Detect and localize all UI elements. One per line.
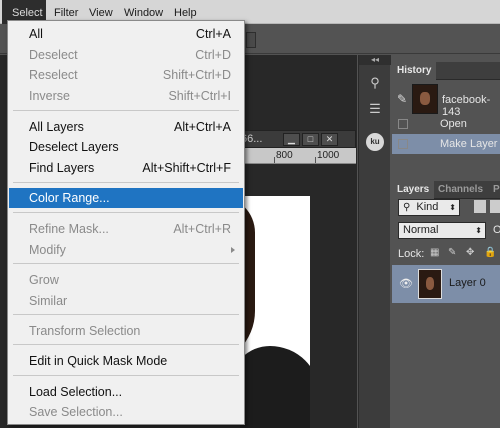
history-brush-icon: ✎ [397, 92, 408, 106]
ruler-label: 800 [276, 150, 293, 161]
menu-item-save-selection[interactable]: Save Selection... [9, 402, 243, 422]
menu-separator [13, 110, 239, 111]
blend-mode-select[interactable]: Normal ⬍ [398, 222, 486, 239]
history-state-selected[interactable]: Make Layer [392, 134, 500, 154]
menu-item-label: Modify [29, 243, 66, 257]
minimize-button[interactable]: ▁ [283, 133, 300, 146]
menu-item-shortcut: Alt+Ctrl+R [173, 222, 231, 236]
close-button[interactable]: ✕ [321, 133, 338, 146]
history-checkbox[interactable] [398, 119, 408, 129]
kuler-icon[interactable]: ku [366, 133, 384, 151]
select-menu-dropdown: All Ctrl+A Deselect Ctrl+D Reselect Shift+C… [7, 20, 245, 425]
menu-item-label: Save Selection... [29, 405, 123, 419]
menu-item-label: Find Layers [29, 161, 95, 175]
history-checkbox[interactable] [398, 139, 408, 149]
lock-pixels-icon[interactable]: ▦ [430, 247, 439, 258]
menu-item-label: All Layers [29, 120, 84, 134]
menu-item-shortcut: Alt+Ctrl+A [174, 120, 231, 134]
layers-panel: Layers Channels P ⚲ Kind ⬍ Normal ⬍ O Lo… [392, 181, 500, 428]
menu-item-all[interactable]: All Ctrl+A [9, 24, 243, 44]
menu-item-label: Reselect [29, 68, 78, 82]
menu-item-label: Grow [29, 273, 59, 287]
menu-item-label: Color Range... [29, 191, 110, 205]
collapse-icon[interactable]: ◂◂ [359, 55, 391, 65]
layers-tab-bar: Layers Channels P [392, 181, 500, 199]
menu-item-label: Deselect Layers [29, 140, 119, 154]
history-state-label: Make Layer [440, 138, 498, 150]
search-icon: ⚲ [403, 202, 411, 213]
menu-item-transform-selection[interactable]: Transform Selection [9, 321, 243, 341]
menu-item-inverse[interactable]: Inverse Shift+Ctrl+I [9, 86, 243, 106]
layer-row[interactable]: 👁 Layer 0 [392, 265, 500, 303]
horizontal-ruler: 800 1000 [236, 148, 356, 164]
menu-item-all-layers[interactable]: All Layers Alt+Ctrl+A [9, 117, 243, 137]
brush-presets-icon[interactable]: ⚲ [364, 73, 386, 93]
menu-item-find-layers[interactable]: Find Layers Alt+Shift+Ctrl+F [9, 158, 243, 178]
tab-paths[interactable]: P [488, 181, 500, 199]
menu-item-shortcut: Shift+Ctrl+I [168, 89, 231, 103]
menu-separator [13, 263, 239, 264]
image-filter-icon[interactable] [474, 200, 486, 213]
menu-item-shortcut: Ctrl+A [195, 27, 231, 41]
layer-filter-select[interactable]: ⚲ Kind ⬍ [398, 199, 460, 216]
options-control[interactable] [246, 32, 256, 48]
blend-mode-value: Normal [403, 224, 439, 236]
menu-item-shortcut: Shift+Ctrl+D [162, 68, 231, 82]
submenu-arrow-icon [231, 247, 235, 253]
snapshot-thumbnail [412, 84, 438, 114]
menu-separator [13, 314, 239, 315]
lock-brush-icon[interactable]: ✎ [448, 247, 456, 258]
menu-item-label: Refine Mask... [29, 222, 109, 236]
menu-separator [13, 375, 239, 376]
adjustment-filter-icon[interactable] [490, 200, 500, 213]
menu-item-label: Transform Selection [29, 324, 141, 338]
updown-icon: ⬍ [475, 226, 482, 235]
adjustments-icon[interactable]: ☰ [364, 99, 386, 119]
menu-item-deselect-layers[interactable]: Deselect Layers [9, 137, 243, 157]
filter-kind-label: Kind [416, 201, 439, 213]
menu-item-refine-mask[interactable]: Refine Mask... Alt+Ctrl+R [9, 219, 243, 239]
document-canvas[interactable] [240, 196, 310, 428]
tab-layers[interactable]: Layers [392, 181, 435, 199]
menu-item-similar[interactable]: Similar [9, 291, 243, 311]
menu-item-label: Similar [29, 294, 68, 308]
history-tab-bar: History [392, 62, 500, 80]
menu-item-deselect[interactable]: Deselect Ctrl+D [9, 45, 243, 65]
lock-move-icon[interactable]: ✥ [466, 247, 474, 258]
tab-channels[interactable]: Channels [433, 181, 488, 199]
menu-item-label: Deselect [29, 48, 78, 62]
menu-separator [13, 212, 239, 213]
menu-separator [13, 344, 239, 345]
menu-item-modify[interactable]: Modify [9, 240, 243, 260]
updown-icon: ⬍ [449, 203, 456, 212]
menu-separator [13, 182, 239, 183]
menu-item-label: Inverse [29, 89, 70, 103]
menu-item-label: Load Selection... [29, 385, 123, 399]
menu-item-grow[interactable]: Grow [9, 270, 243, 290]
history-state-label: Open [440, 118, 467, 130]
maximize-button[interactable]: □ [302, 133, 319, 146]
menu-item-load-selection[interactable]: Load Selection... [9, 382, 243, 402]
menu-item-shortcut: Alt+Shift+Ctrl+F [142, 161, 231, 175]
lock-all-icon[interactable]: 🔒 [484, 247, 496, 258]
photo-shoulder [240, 346, 310, 428]
menu-item-reselect[interactable]: Reselect Shift+Ctrl+D [9, 65, 243, 85]
history-panel: History ✎ facebook-143 Open Make Layer [392, 62, 500, 162]
history-state[interactable]: Open [392, 114, 500, 134]
panel-dock-strip: ◂◂ ⚲ ☰ ku [358, 55, 391, 428]
menu-item-shortcut: Ctrl+D [195, 48, 231, 62]
ruler-label: 1000 [317, 150, 340, 161]
lock-label: Lock: [398, 248, 425, 260]
document-window-titlebar[interactable]: 66... ▁ □ ✕ [236, 130, 356, 148]
eye-icon[interactable]: 👁 [399, 277, 413, 290]
opacity-label: O [493, 224, 500, 236]
menu-item-label: Edit in Quick Mask Mode [29, 354, 168, 368]
layer-name[interactable]: Layer 0 [449, 277, 486, 289]
menu-item-label: All [29, 27, 43, 41]
menu-item-color-range[interactable]: Color Range... [9, 188, 243, 208]
tab-history[interactable]: History [392, 62, 437, 80]
layer-thumbnail [418, 269, 442, 299]
menu-item-quick-mask[interactable]: Edit in Quick Mask Mode [9, 351, 243, 371]
